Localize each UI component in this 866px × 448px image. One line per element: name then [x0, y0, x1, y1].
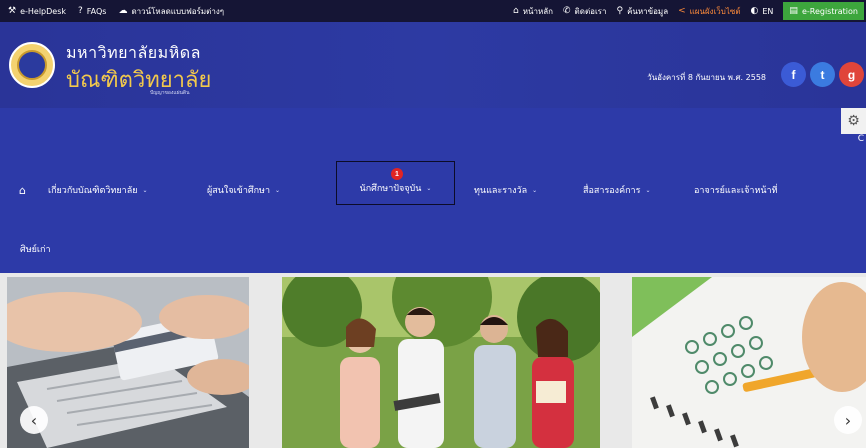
nav-item-faculty-staff[interactable]: อาจารย์และเจ้าหน้าที่: [694, 177, 778, 203]
carousel-prev-button[interactable]: ‹: [20, 406, 48, 434]
nav-item-about[interactable]: เกี่ยวกับบัณฑิตวิทยาลัย ⌄: [48, 177, 148, 203]
nav-item-label: เกี่ยวกับบัณฑิตวิทยาลัย: [48, 186, 138, 196]
image-carousel: ‹ ›: [0, 273, 866, 448]
carousel-slide-exam[interactable]: [632, 277, 866, 448]
chevron-down-icon: ⌄: [275, 186, 281, 194]
nav-item-label: ทุนและรางวัล: [474, 186, 528, 196]
faqs-label: FAQs: [86, 6, 107, 16]
notification-badge: 1: [391, 168, 403, 180]
share-icon: <: [678, 5, 686, 16]
nav-item-prospective-students[interactable]: ผู้สนใจเข้าศึกษา ⌄: [207, 177, 280, 203]
nav-item-label: ผู้สนใจเข้าศึกษา: [207, 186, 271, 196]
facebook-icon[interactable]: f: [781, 62, 806, 87]
current-date: วันอังคารที่ 8 กันยายน พ.ศ. 2558: [647, 73, 766, 82]
exam-sheet-image: [632, 277, 866, 448]
home-icon: ⌂: [513, 5, 519, 16]
chevron-down-icon: ⌄: [426, 184, 432, 192]
e-registration-button[interactable]: ▤ e-Registration: [783, 2, 864, 20]
helpdesk-link[interactable]: ⚒ e-HelpDesk: [8, 5, 67, 16]
e-registration-label: e-Registration: [801, 6, 858, 16]
faqs-link[interactable]: ? FAQs: [78, 5, 107, 16]
search-icon: ⚲: [616, 5, 624, 16]
topbar-right-links: ⌂ หน้าหลัก ✆ ติดต่อเรา ⚲ ค้นหาข้อมูล < แ…: [513, 0, 866, 22]
helpdesk-icon: ⚒: [8, 5, 17, 16]
chevron-down-icon: ⌄: [645, 186, 651, 194]
settings-gear-icon[interactable]: ⚙: [841, 108, 866, 134]
download-forms-link[interactable]: ☁ ดาวน์โหลดแบบฟอร์มต่างๆ: [118, 5, 224, 18]
cloud-download-icon: ☁: [118, 5, 128, 16]
sitemap-label: แผนผังเว็บไซต์: [689, 6, 741, 16]
helpdesk-label: e-HelpDesk: [20, 6, 67, 16]
contact-link[interactable]: ✆ ติดต่อเรา: [563, 5, 606, 18]
page: ⚒ e-HelpDesk ? FAQs ☁ ดาวน์โหลดแบบฟอร์มต…: [0, 0, 866, 448]
nav-item-scholarships[interactable]: ทุนและรางวัล ⌄: [474, 177, 537, 203]
social-links: f t g: [781, 62, 864, 87]
language-label: EN: [762, 6, 774, 16]
motto: ปัญญาของแผ่นดิน: [150, 90, 190, 96]
language-toggle[interactable]: ◐ EN: [750, 5, 774, 16]
nav-item-alumni[interactable]: ศิษย์เก่า: [20, 242, 51, 256]
carousel-next-button[interactable]: ›: [834, 406, 862, 434]
nav-item-label: สื่อสารองค์การ: [583, 186, 641, 196]
download-forms-label: ดาวน์โหลดแบบฟอร์มต่างๆ: [131, 6, 225, 16]
contact-label: ติดต่อเรา: [574, 6, 607, 16]
chevron-down-icon: ⌄: [532, 186, 538, 194]
nav-home-icon[interactable]: ⌂: [19, 177, 26, 203]
search-link[interactable]: ⚲ ค้นหาข้อมูล: [616, 5, 668, 18]
sitemap-link[interactable]: < แผนผังเว็บไซต์: [678, 5, 740, 18]
google-plus-icon[interactable]: g: [839, 62, 864, 87]
logo-emblem-icon: [17, 50, 47, 80]
nav-item-communications[interactable]: สื่อสารองค์การ ⌄: [583, 177, 650, 203]
topbar-left-links: ⚒ e-HelpDesk ? FAQs ☁ ดาวน์โหลดแบบฟอร์มต…: [0, 5, 224, 18]
students-image: [282, 277, 600, 448]
nav-item-label: อาจารย์และเจ้าหน้าที่: [694, 186, 778, 196]
university-logo[interactable]: [9, 42, 55, 88]
chevron-down-icon: ⌄: [142, 186, 148, 194]
nav-item-label: นักศึกษาปัจจุบัน: [359, 184, 422, 194]
twitter-icon[interactable]: t: [810, 62, 835, 87]
carousel-slide-students[interactable]: [282, 277, 600, 448]
site-header: มหาวิทยาลัยมหิดล บัณฑิตวิทยาลัย ปัญญาของ…: [0, 22, 866, 108]
home-link[interactable]: ⌂ หน้าหลัก: [513, 5, 553, 18]
settings-letter: C: [857, 134, 864, 144]
question-icon: ?: [78, 5, 83, 16]
home-label: หน้าหลัก: [522, 6, 553, 16]
language-toggle-icon: ◐: [750, 5, 759, 16]
phone-icon: ✆: [563, 5, 571, 16]
nav-row: ⌂ เกี่ยวกับบัณฑิตวิทยาลัย ⌄ ผู้สนใจเข้าศ…: [0, 161, 866, 205]
search-label: ค้นหาข้อมูล: [627, 6, 669, 16]
main-navigation: ⚙ C ⌂ เกี่ยวกับบัณฑิตวิทยาลัย ⌄ ผู้สนใจเ…: [0, 108, 866, 273]
top-utility-bar: ⚒ e-HelpDesk ? FAQs ☁ ดาวน์โหลดแบบฟอร์มต…: [0, 0, 866, 22]
nav-item-current-students[interactable]: 1 นักศึกษาปัจจุบัน ⌄: [336, 161, 455, 205]
register-icon: ▤: [789, 5, 798, 16]
